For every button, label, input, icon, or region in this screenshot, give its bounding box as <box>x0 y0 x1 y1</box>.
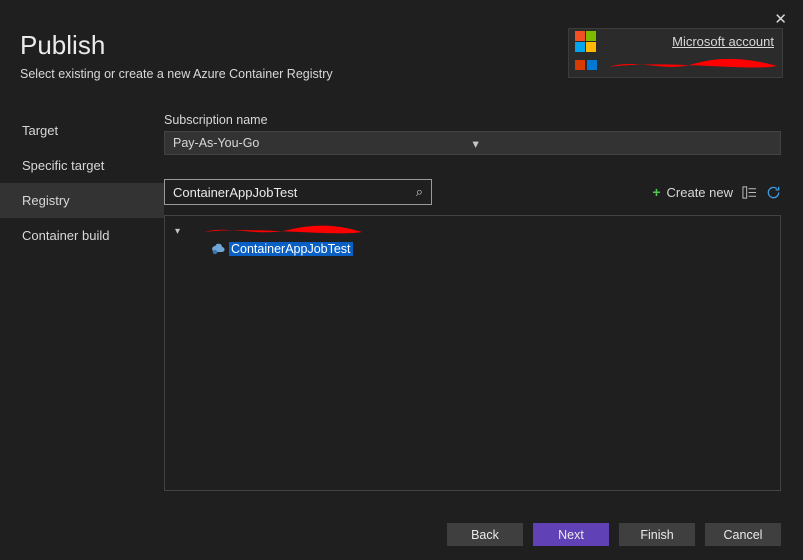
tenant-color-icon <box>575 60 585 70</box>
search-icon: ⌕ <box>416 184 423 200</box>
create-new-label: Create new <box>667 185 733 200</box>
page-subtitle: Select existing or create a new Azure Co… <box>20 67 333 81</box>
registry-tree[interactable]: ▾ ContainerAppJobTest <box>164 215 781 491</box>
tree-group-row[interactable]: ▾ <box>167 222 778 240</box>
refresh-icon[interactable] <box>765 184 781 200</box>
subscription-label: Subscription name <box>164 113 781 127</box>
subscription-dropdown[interactable]: Pay-As-You-Go ▾ <box>164 131 781 155</box>
container-registry-icon <box>211 243 225 255</box>
account-secondary-row[interactable] <box>569 53 782 77</box>
nav-item-registry[interactable]: Registry <box>0 183 164 218</box>
subscription-value: Pay-As-You-Go <box>173 136 473 150</box>
microsoft-logo-icon <box>575 31 596 52</box>
tree-item-label: ContainerAppJobTest <box>229 242 353 256</box>
wizard-nav: Target Specific target Registry Containe… <box>0 113 164 253</box>
create-new-button[interactable]: + Create new <box>652 184 733 200</box>
plus-icon: + <box>652 184 660 200</box>
redaction-icon <box>608 56 778 74</box>
finish-button[interactable]: Finish <box>619 523 695 546</box>
nav-item-specific-target[interactable]: Specific target <box>0 148 164 183</box>
nav-item-target[interactable]: Target <box>0 113 164 148</box>
search-box[interactable]: ⌕ <box>164 179 432 205</box>
account-title[interactable]: Microsoft account <box>596 34 782 49</box>
chevron-down-icon: ▾ <box>175 226 185 237</box>
view-mode-icon[interactable] <box>741 184 757 200</box>
wizard-button-bar: Back Next Finish Cancel <box>447 523 781 546</box>
redaction-icon <box>203 224 363 238</box>
next-button[interactable]: Next <box>533 523 609 546</box>
account-primary-row[interactable]: Microsoft account <box>569 29 782 53</box>
nav-item-container-build[interactable]: Container build <box>0 218 164 253</box>
search-input[interactable] <box>173 185 416 200</box>
tree-item-registry[interactable]: ContainerAppJobTest <box>167 240 778 258</box>
tenant-color-icon <box>587 60 597 70</box>
page-header: Publish Select existing or create a new … <box>20 30 333 81</box>
back-button[interactable]: Back <box>447 523 523 546</box>
page-title: Publish <box>20 30 333 61</box>
account-panel: Microsoft account <box>568 28 783 78</box>
content-area: Subscription name Pay-As-You-Go ▾ ⌕ + Cr… <box>164 113 781 491</box>
cancel-button[interactable]: Cancel <box>705 523 781 546</box>
chevron-down-icon: ▾ <box>473 136 773 151</box>
